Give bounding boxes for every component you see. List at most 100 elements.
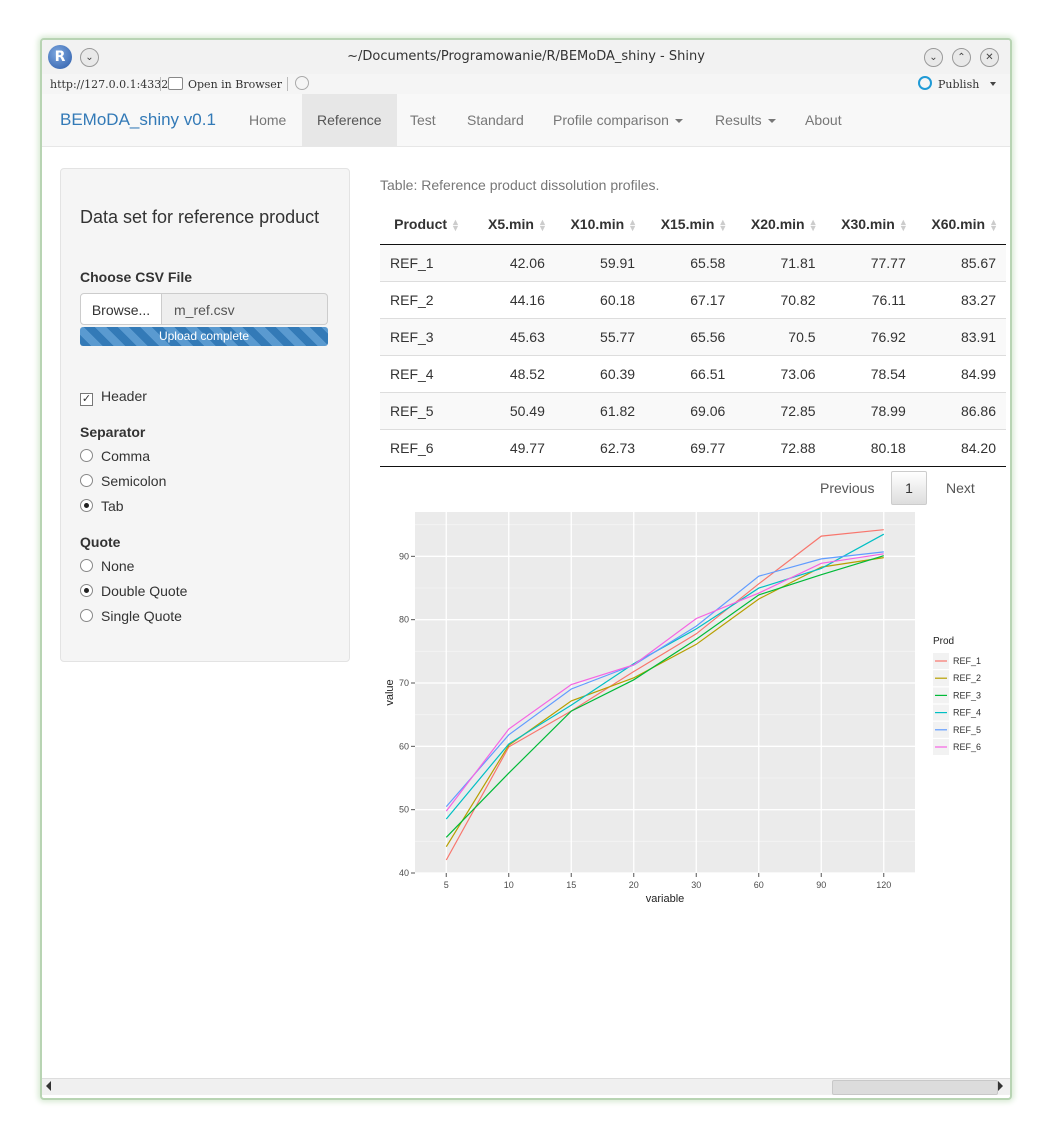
nav-reference[interactable]: Reference [302,94,397,146]
dissolution-line-chart: 40 50 60 70 80 90 5 10 15 20 30 60 90 120 variable valu… [384,512,981,905]
separator [287,77,288,91]
checkbox-checked-icon: ✓ [80,393,93,406]
column-header[interactable]: X10.min ▲ ▼ [554,204,646,245]
open-in-browser-link[interactable]: Open in Browser [188,78,282,91]
y-tick-label: 80 [399,615,409,625]
nav-standard[interactable]: Standard [452,94,539,146]
publish-icon[interactable] [918,76,932,90]
maximize-icon[interactable]: ⌃ [952,48,971,67]
table-cell: REF_3 [380,318,475,356]
nav-results-label: Results [715,112,762,128]
header-checkbox[interactable]: ✓ Header [80,388,147,406]
y-tick-label: 90 [399,551,409,561]
address-bar: http://127.0.0.1:4332 Open in Browser Pu… [42,74,1010,94]
sort-icon: ▲ ▼ [451,217,460,234]
pager-previous[interactable]: Previous [820,471,874,505]
table-cell: 45.63 [474,318,555,356]
table-cell: 44.16 [474,281,555,319]
table-cell: 48.52 [474,355,555,393]
table-cell: 70.5 [735,318,826,356]
table-caption: Table: Reference product dissolution pro… [380,177,660,193]
table-cell: 71.81 [735,244,826,282]
table-cell: 78.54 [825,355,916,393]
table-cell: 60.39 [554,355,646,393]
table-cell: 62.73 [554,429,646,467]
table-cell: 84.99 [915,355,1006,393]
table-cell: 83.27 [915,281,1006,319]
column-header-label: X10.min [570,216,625,232]
browse-button[interactable]: Browse... [80,293,162,325]
separator-radio-semicolon[interactable]: Semicolon [80,473,166,489]
column-header[interactable]: Product ▲ ▼ [380,204,475,245]
file-name-field[interactable]: m_ref.csv [162,293,328,325]
radio-label: None [101,558,135,574]
nav-home[interactable]: Home [234,94,301,146]
table-cell: 80.18 [825,429,916,467]
table-row: REF_6 49.77 62.73 69.77 72.88 80.18 84.20 [380,429,1006,467]
y-tick-label: 50 [399,805,409,815]
column-header[interactable]: X5.min ▲ ▼ [474,204,555,245]
table-cell: 69.06 [645,392,736,430]
separator-radio-comma[interactable]: Comma [80,448,150,464]
nav-profile-comparison-label: Profile comparison [553,112,669,128]
nav-results[interactable]: Results [700,94,791,146]
x-tick-label: 60 [754,880,764,890]
close-icon[interactable]: ✕ [980,48,999,67]
quote-radio-double[interactable]: Double Quote [80,583,187,599]
y-axis-label: value [384,679,396,705]
minimize-icon[interactable]: ⌄ [924,48,943,67]
table-row: REF_2 44.16 60.18 67.17 70.82 76.11 83.27 [380,281,1006,319]
table-cell: 77.77 [825,244,916,282]
nav-test[interactable]: Test [395,94,451,146]
table-cell: 42.06 [474,244,555,282]
sort-icon: ▲ ▼ [537,217,547,234]
table-cell: 70.82 [735,281,826,319]
table-cell: 50.49 [474,392,555,430]
table-cell: REF_5 [380,392,475,430]
column-header[interactable]: X30.min ▲ ▼ [825,204,916,245]
horizontal-scrollbar[interactable] [42,1078,1010,1095]
scroll-right-icon[interactable] [998,1081,1003,1091]
table-cell: 65.56 [645,318,736,356]
table-cell: 49.77 [474,429,555,467]
column-header[interactable]: X60.min ▲ ▼ [915,204,1006,245]
sort-icon: ▲ ▼ [628,217,638,234]
header-checkbox-label: Header [101,388,147,404]
publish-dropdown-icon[interactable] [990,82,996,86]
brand-title[interactable]: BEMoDA_shiny v0.1 [60,110,216,130]
radio-label: Semicolon [101,473,167,489]
publish-button[interactable]: Publish [938,78,979,91]
upload-progress-bar: Upload complete [80,327,328,346]
open-in-browser-icon[interactable] [168,77,183,90]
refresh-icon[interactable] [295,76,309,90]
quote-radio-single[interactable]: Single Quote [80,608,182,624]
caret-down-icon [767,119,776,124]
table-row: REF_1 42.06 59.91 65.58 71.81 77.77 85.67 [380,244,1006,282]
table-cell: 83.91 [915,318,1006,356]
table-cell: 78.99 [825,392,916,430]
table-cell: 59.91 [554,244,646,282]
table-cell: 72.88 [735,429,826,467]
y-tick-label: 70 [399,678,409,688]
navbar: BEMoDA_shiny v0.1 Home Reference Test St… [42,94,1010,147]
pager-next[interactable]: Next [946,471,975,505]
nav-profile-comparison[interactable]: Profile comparison [538,94,698,146]
pager-page-1[interactable]: 1 [891,471,927,505]
scrollbar-thumb[interactable] [832,1080,998,1095]
table-header-row: Product ▲ ▼ X5.min ▲ ▼ X10.min ▲ ▼ X15.min ▲ ▼ X… [380,204,1006,245]
app-window: R ⌄ ~/Documents/Programowanie/R/BEMoDA_s… [40,38,1012,1100]
x-tick-label: 90 [816,880,826,890]
column-header-label: X15.min [660,216,715,232]
table-cell: 85.67 [915,244,1006,282]
column-header[interactable]: X20.min ▲ ▼ [735,204,826,245]
quote-radio-none[interactable]: None [80,558,134,574]
separator-label: Separator [80,424,146,440]
separator-radio-tab[interactable]: Tab [80,498,124,514]
scroll-left-icon[interactable] [46,1081,51,1091]
table-row: REF_3 45.63 55.77 65.56 70.5 76.92 83.91 [380,318,1006,356]
column-header[interactable]: X15.min ▲ ▼ [645,204,736,245]
legend-label: REF_4 [953,708,981,718]
nav-about[interactable]: About [790,94,857,146]
legend-label: REF_3 [953,690,981,700]
file-input-label: Choose CSV File [80,269,193,285]
